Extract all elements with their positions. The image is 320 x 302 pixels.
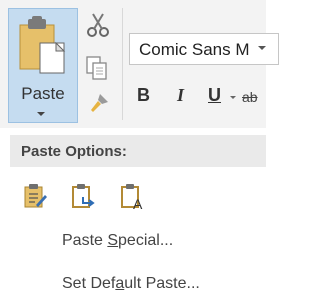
paste-options-label: Paste Options: <box>21 143 127 160</box>
underline-dropdown-icon[interactable] <box>230 96 236 99</box>
copy-icon[interactable] <box>85 55 109 86</box>
format-painter-icon[interactable] <box>88 92 110 119</box>
scissors-icon[interactable] <box>85 12 111 43</box>
set-default-paste-item[interactable]: Set Default Paste... <box>62 275 200 293</box>
underline-button[interactable]: U <box>208 85 221 106</box>
italic-button[interactable]: I <box>177 85 184 106</box>
keep-source-formatting-icon[interactable] <box>22 183 48 214</box>
paste-options-header: Paste Options: <box>10 135 266 167</box>
clipboard-paste-icon <box>18 15 68 80</box>
keep-text-only-icon[interactable]: A <box>120 183 148 216</box>
font-name-combobox[interactable]: Comic Sans M <box>129 33 279 65</box>
svg-text:A: A <box>133 196 143 211</box>
chevron-down-icon[interactable] <box>37 112 45 116</box>
paste-label: Paste <box>21 84 65 103</box>
menu-item-accelerator: S <box>107 232 119 249</box>
menu-item-text: Paste <box>62 232 108 249</box>
ribbon: Paste Comic Sans M B I U ab <box>0 0 279 128</box>
menu-item-text: pecial... <box>118 232 174 249</box>
paste-special-item[interactable]: Paste Special... <box>62 232 173 250</box>
ribbon-separator <box>122 8 123 120</box>
paste-button[interactable]: Paste <box>8 8 78 123</box>
chevron-down-icon[interactable] <box>258 46 266 50</box>
menu-item-text: ult Paste... <box>124 275 200 292</box>
merge-formatting-icon[interactable] <box>71 183 97 214</box>
menu-item-accelerator: a <box>115 275 125 292</box>
strikethrough-button[interactable]: ab <box>242 89 258 105</box>
menu-item-text: Set Def <box>62 275 116 292</box>
font-name-value: Comic Sans M <box>139 40 250 59</box>
bold-button[interactable]: B <box>137 85 150 106</box>
